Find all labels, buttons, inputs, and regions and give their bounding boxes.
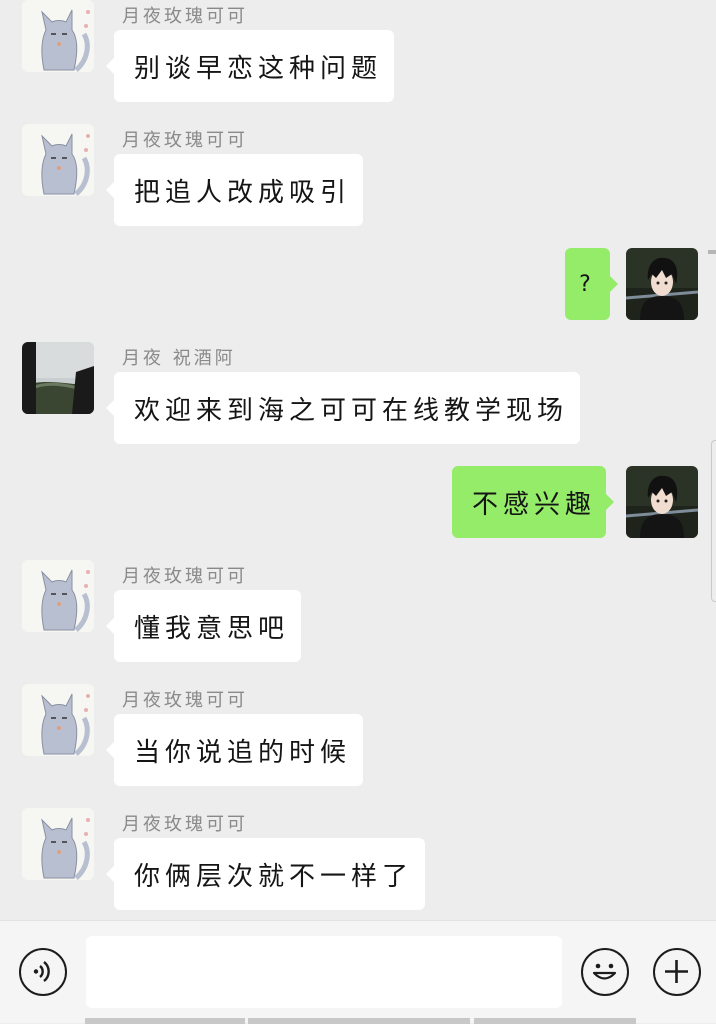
sender-name: 月夜 祝酒阿	[122, 348, 236, 369]
chat-input-bar	[0, 920, 716, 1024]
bottom-divider	[85, 1018, 245, 1024]
sender-name: 月夜玫瑰可可	[122, 6, 248, 27]
voice-icon[interactable]	[19, 948, 67, 996]
cat-avatar[interactable]	[22, 0, 94, 72]
cat-avatar[interactable]	[22, 684, 94, 756]
message-bubble[interactable]: 欢迎来到海之可可在线教学现场	[106, 372, 580, 444]
plus-icon[interactable]	[653, 948, 701, 996]
sender-name: 月夜玫瑰可可	[122, 566, 248, 587]
message-bubble[interactable]: 你俩层次就不一样了	[106, 838, 425, 910]
landscape-avatar[interactable]	[22, 342, 94, 414]
message-bubble[interactable]: ?	[565, 248, 618, 320]
scroll-indicator	[708, 250, 716, 254]
message-input[interactable]	[86, 936, 562, 1008]
bottom-divider	[248, 1018, 470, 1024]
sender-name: 月夜玫瑰可可	[122, 690, 248, 711]
message-bubble[interactable]: 把追人改成吸引	[106, 154, 363, 226]
anime-avatar[interactable]	[626, 466, 698, 538]
anime-avatar[interactable]	[626, 248, 698, 320]
message-bubble[interactable]: 当你说追的时候	[106, 714, 363, 786]
message-bubble[interactable]: 懂我意思吧	[106, 590, 301, 662]
bottom-divider	[474, 1018, 636, 1024]
sender-name: 月夜玫瑰可可	[122, 130, 248, 151]
cat-avatar[interactable]	[22, 808, 94, 880]
cat-avatar[interactable]	[22, 560, 94, 632]
message-bubble[interactable]: 别谈早恋这种问题	[106, 30, 394, 102]
side-edge-handle	[711, 440, 716, 602]
cat-avatar[interactable]	[22, 124, 94, 196]
message-bubble[interactable]: 不感兴趣	[452, 466, 614, 538]
sender-name: 月夜玫瑰可可	[122, 814, 248, 835]
emoji-icon[interactable]	[581, 948, 629, 996]
